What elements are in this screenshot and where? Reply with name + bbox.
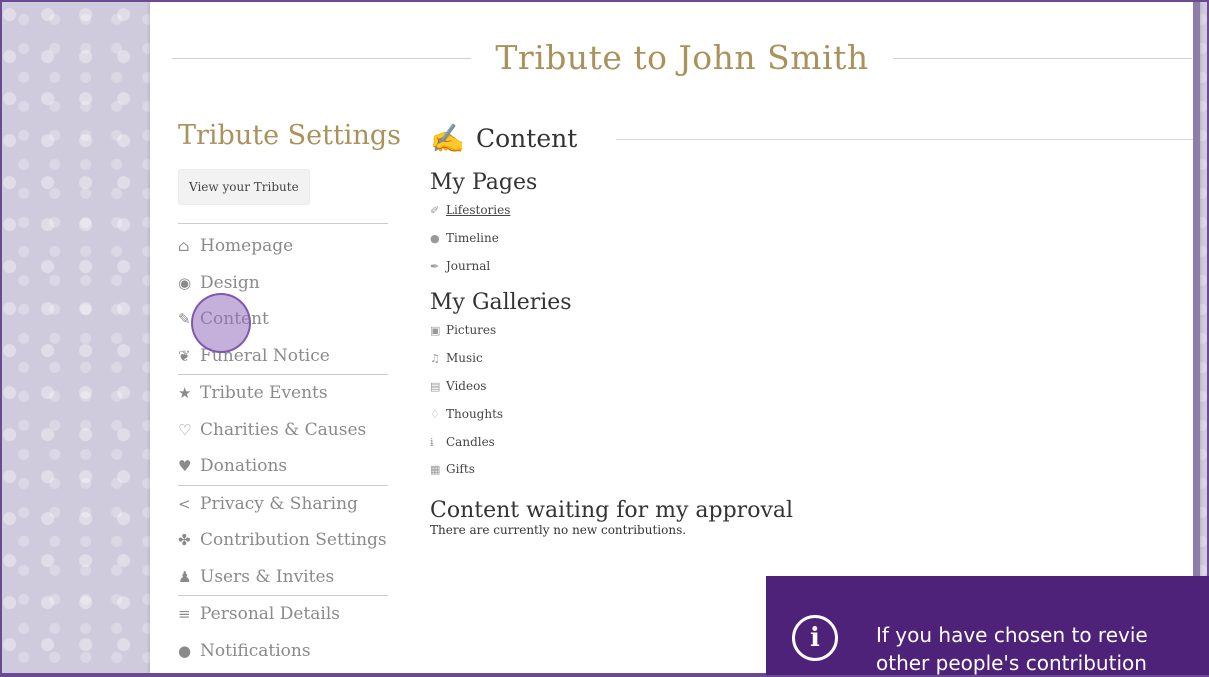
contribution-icon: ✤ [178, 531, 191, 549]
link-label: Videos [446, 378, 487, 393]
sidebar-item-donations[interactable]: ♥ Donations [178, 448, 398, 485]
my-pages-list: ✐ Lifestories ● Timeline ✒ Journal [430, 197, 1200, 280]
sidebar-item-users-invites[interactable]: ♟ Users & Invites [178, 559, 398, 596]
page-title-wrap: Tribute to John Smith [172, 38, 1192, 77]
heart-icon: ♥ [178, 457, 192, 475]
bell-icon: ● [178, 641, 192, 660]
tribute-page: Tribute to John Smith Tribute Settings V… [150, 2, 1200, 673]
link-gifts[interactable]: ▦ Gifts [430, 456, 1200, 484]
info-icon: i [792, 615, 838, 661]
quill-icon: ✒ [430, 259, 440, 273]
sidebar-item-label: Tribute Events [200, 383, 328, 403]
link-label: Lifestories [446, 203, 511, 217]
link-label: Candles [446, 434, 495, 449]
link-journal[interactable]: ✒ Journal [430, 253, 1200, 281]
link-pictures[interactable]: ▣ Pictures [430, 317, 1200, 345]
link-music[interactable]: ♫ Music [430, 345, 1200, 373]
link-label: Music [446, 351, 483, 366]
my-galleries-title: My Galleries [430, 290, 572, 316]
link-thoughts[interactable]: ♢ Thoughts [430, 401, 1200, 429]
sidebar-heading: Tribute Settings [178, 120, 401, 151]
clock-icon: ● [430, 231, 440, 245]
sidebar-item-label: Privacy & Sharing [200, 493, 358, 514]
my-galleries-list: ▣ Pictures ♫ Music ▤ Videos ♢ Thoughts ɨ Candles ▦… [430, 317, 1200, 484]
sidebar-group: < Privacy & Sharing ✤ Contribution Settings… [178, 486, 398, 596]
sidebar-item-label: Contribution Settings [200, 530, 387, 550]
content-heading: Content [476, 124, 596, 153]
link-label: Pictures [446, 323, 497, 338]
palette-icon: ◉ [178, 273, 192, 292]
sidebar-item-label: Homepage [200, 236, 294, 256]
sidebar-item-charities-causes[interactable]: ♡ Charities & Causes [178, 412, 398, 449]
home-icon: ⌂ [178, 237, 190, 255]
view-tribute-button[interactable]: View your Tribute [178, 169, 310, 205]
callout-line-2: other people's contribution [876, 651, 1147, 675]
link-candles[interactable]: ɨ Candles [430, 429, 1200, 457]
sidebar-item-tribute-events[interactable]: ★ Tribute Events [178, 375, 398, 412]
settings-sidebar: Tribute Settings View your Tribute ⌂ Home… [178, 120, 401, 669]
share-icon: < [178, 494, 191, 513]
users-icon: ♟ [178, 567, 192, 586]
feather-icon: ✐ [430, 204, 440, 217]
sidebar-group: ≡ Personal Details ● Notifications [178, 596, 398, 669]
my-galleries-section: My Galleries ▣ Pictures ♫ Music ▤ Videos ♢ Thou… [430, 290, 1200, 484]
link-label: Thoughts [446, 406, 504, 421]
edit-icon: ✍ [430, 122, 465, 155]
sidebar-divider [178, 223, 388, 224]
dove-icon: ❦ [178, 346, 191, 365]
sidebar-item-label: Notifications [200, 640, 311, 661]
sidebar-nav: ⌂Homepage◉Design✎Content❦Funeral Notice★… [178, 223, 398, 669]
link-lifestories[interactable]: ✐ Lifestories [430, 197, 1200, 225]
page-title: Tribute to John Smith [471, 38, 893, 77]
star-icon: ★ [178, 384, 192, 402]
sidebar-item-label: Donations [200, 456, 288, 476]
pending-title: Content waiting for my approval [430, 498, 794, 524]
link-label: Gifts [446, 462, 475, 477]
link-label: Timeline [446, 230, 499, 245]
candle-icon: ɨ [430, 435, 434, 449]
sidebar-item-contribution-settings[interactable]: ✤ Contribution Settings [178, 522, 398, 559]
sidebar-item-notifications[interactable]: ● Notifications [178, 633, 398, 670]
pending-section: Content waiting for my approval There ar… [430, 498, 1200, 537]
my-pages-section: My Pages ✐ Lifestories ● Timeline ✒ Journal [430, 170, 1200, 280]
thought-icon: ♢ [430, 407, 440, 421]
title-row: Tribute to John Smith [172, 30, 1192, 90]
sidebar-item-personal-details[interactable]: ≡ Personal Details [178, 596, 398, 633]
link-label: Journal [446, 258, 491, 273]
sidebar-item-label: Personal Details [200, 604, 341, 624]
scrollbar[interactable] [1193, 2, 1200, 673]
link-timeline[interactable]: ● Timeline [430, 225, 1200, 253]
link-videos[interactable]: ▤ Videos [430, 373, 1200, 401]
sidebar-group: ★ Tribute Events ♡ Charities & Causes ♥ Donat… [178, 375, 398, 485]
sidebar-item-label: Design [200, 272, 260, 293]
list-icon: ≡ [178, 605, 191, 623]
app-frame: Tribute to John Smith Tribute Settings V… [2, 2, 1207, 673]
content-panel: ✍ Content My Pages ✐ Lifestories ● Timeline… [430, 120, 1200, 537]
callout-line-1: If you have chosen to revie [876, 623, 1148, 647]
my-pages-title: My Pages [430, 170, 538, 195]
video-icon: ▤ [430, 379, 441, 393]
picture-icon: ▣ [430, 324, 441, 338]
music-icon: ♫ [430, 352, 440, 366]
sidebar-item-privacy-sharing[interactable]: < Privacy & Sharing [178, 486, 398, 523]
sidebar-item-label: Charities & Causes [200, 419, 367, 440]
content-header-divider [616, 139, 1200, 140]
callout-text: If you have chosen to revie other people… [876, 621, 1209, 677]
sidebar-item-label: Users & Invites [200, 566, 335, 587]
content-header: ✍ Content [430, 120, 1200, 160]
sidebar-item-homepage[interactable]: ⌂ Homepage [178, 228, 398, 265]
pending-text: There are currently no new contributions… [430, 523, 687, 538]
info-callout: i If you have chosen to revie other peop… [766, 576, 1209, 675]
gift-icon: ▦ [430, 463, 441, 477]
ribbon-icon: ♡ [178, 420, 192, 439]
click-highlight [191, 293, 251, 353]
view-button-wrap: View your Tribute [178, 169, 398, 205]
